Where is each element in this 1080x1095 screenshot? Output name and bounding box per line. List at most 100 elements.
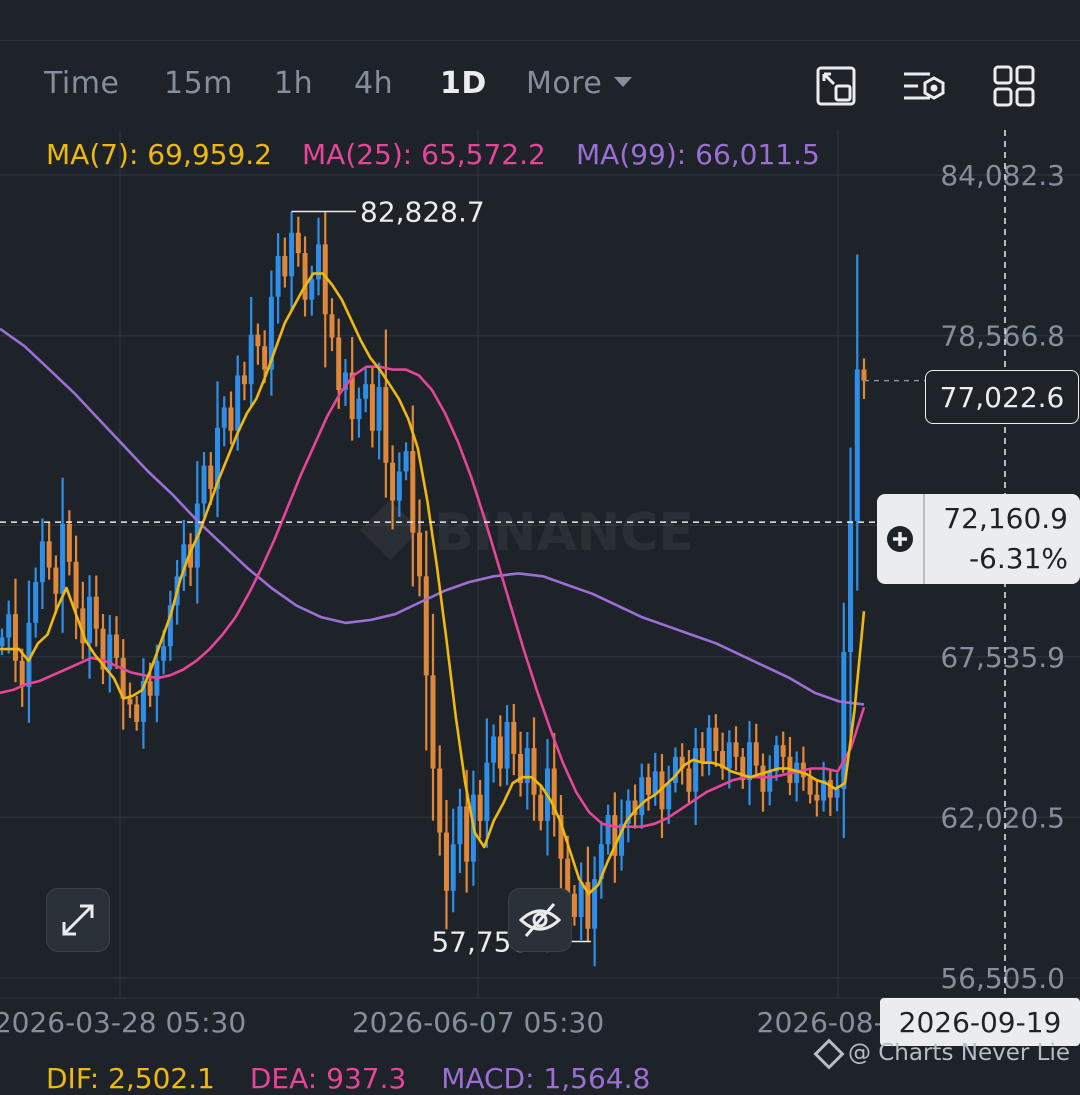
candle-body (854, 369, 860, 521)
candle-body (713, 727, 719, 752)
candle-body (491, 736, 497, 763)
candle-body (646, 777, 651, 795)
candle-body (726, 742, 732, 769)
high-price-label: 82,828.7 (360, 196, 485, 229)
candle-body (201, 465, 207, 504)
candle-body (369, 384, 375, 431)
candle-body (134, 704, 140, 722)
candle-body (46, 541, 52, 568)
candle-body (262, 346, 268, 370)
candle-body (834, 788, 840, 798)
candle-body (477, 794, 483, 821)
candle-body (376, 387, 382, 431)
candle-body (93, 596, 99, 629)
crosshair-date-tag: 2026-09-19 (880, 998, 1080, 1046)
candle-body (497, 736, 503, 769)
candles (0, 211, 867, 967)
last-price-value: 77,022.6 (939, 380, 1065, 414)
candle-body (841, 652, 847, 789)
candle-body (605, 815, 611, 845)
candle-body (403, 451, 409, 472)
candle-body (336, 337, 342, 390)
candle-body (221, 407, 227, 428)
candle-body (423, 576, 429, 676)
candle-body (733, 742, 739, 757)
y-tick-label: 84,082.3 (940, 159, 1065, 192)
legend-ma7: MA(7): 69,959.2 (46, 138, 272, 171)
candle-body (248, 334, 254, 385)
candle-body (383, 387, 389, 463)
candle-body (0, 637, 5, 647)
candle-body (39, 541, 45, 583)
candle-body (531, 748, 537, 795)
candle-body (295, 232, 301, 254)
candle-body (861, 369, 867, 381)
candle-body (396, 471, 402, 501)
candle-body (760, 765, 766, 792)
expand-button[interactable] (46, 888, 110, 952)
candle-body (827, 780, 833, 798)
candle-body (356, 398, 362, 420)
candle-body (241, 375, 247, 385)
watermark-label: @ Charts Never Lie (847, 1040, 1070, 1066)
candle-body (848, 520, 854, 653)
candle-body (437, 768, 443, 833)
candle-body (767, 771, 773, 792)
candle-body (289, 232, 295, 277)
candle-body (484, 762, 490, 821)
candle-body (390, 462, 396, 501)
candle-body (161, 646, 167, 661)
candle-body (666, 783, 672, 810)
y-tick-label: 67,535.9 (940, 641, 1065, 674)
binance-watermark: BINANCE (360, 500, 694, 563)
svg-text:BINANCE: BINANCE (434, 503, 694, 563)
candle-body (66, 523, 72, 562)
candle-body (73, 561, 79, 609)
candle-body (686, 768, 692, 792)
candle-body (255, 334, 261, 347)
watermark-text: @ Charts Never Lie (813, 1037, 1070, 1070)
candle-body (464, 806, 470, 862)
x-tick-label: 2026-06-07 05:30 (352, 1006, 604, 1039)
candle-body (282, 256, 288, 277)
macd-dea: DEA: 937.3 (249, 1062, 407, 1095)
crosshair-price-tag[interactable]: 72,160.9 -6.31% (877, 494, 1080, 584)
candle-body (33, 582, 39, 623)
candle-body (113, 634, 119, 658)
candle-body (571, 893, 577, 917)
candle-body (12, 614, 18, 661)
crosshair-date: 2026-09-19 (898, 1005, 1062, 1039)
legend-ma25: MA(25): 65,572.2 (302, 138, 546, 171)
macd-dif: DIF: 2,502.1 (46, 1062, 215, 1095)
candle-body (578, 882, 584, 917)
candle-body (443, 832, 449, 891)
candle-body (329, 314, 335, 338)
macd-legend: DIF: 2,502.1 DEA: 937.3 MACD: 1,564.8 (46, 1062, 650, 1095)
candle-body (302, 253, 308, 300)
candle-body (747, 742, 753, 781)
hide-indicators-button[interactable] (508, 888, 572, 952)
candle-body (780, 745, 786, 757)
candle-body (147, 681, 153, 696)
x-tick-label: 2026-03-28 05:30 (0, 1006, 246, 1039)
candle-body (60, 523, 66, 594)
candle-body (228, 407, 234, 431)
candle-body (208, 465, 214, 489)
candle-body (87, 596, 93, 644)
binance-logo-icon (813, 1037, 845, 1070)
candle-body (639, 777, 645, 816)
candle-body (457, 806, 463, 845)
y-tick-label: 56,505.0 (940, 962, 1065, 995)
x-axis: 2026-03-28 05:30 2026-06-07 05:30 2026-08-… (0, 1006, 919, 1039)
candle-body (753, 742, 759, 766)
markers: 82,828.757,758.6 (0, 130, 1006, 998)
y-tick-label: 78,566.8 (940, 320, 1065, 353)
candle-body (6, 614, 12, 638)
add-alert-button[interactable] (877, 494, 925, 584)
eye-off-icon (518, 903, 562, 937)
candle-body (706, 727, 712, 763)
candle-body (511, 721, 517, 754)
candle-body (235, 375, 241, 431)
expand-icon (62, 904, 94, 936)
candle-body (450, 844, 456, 891)
